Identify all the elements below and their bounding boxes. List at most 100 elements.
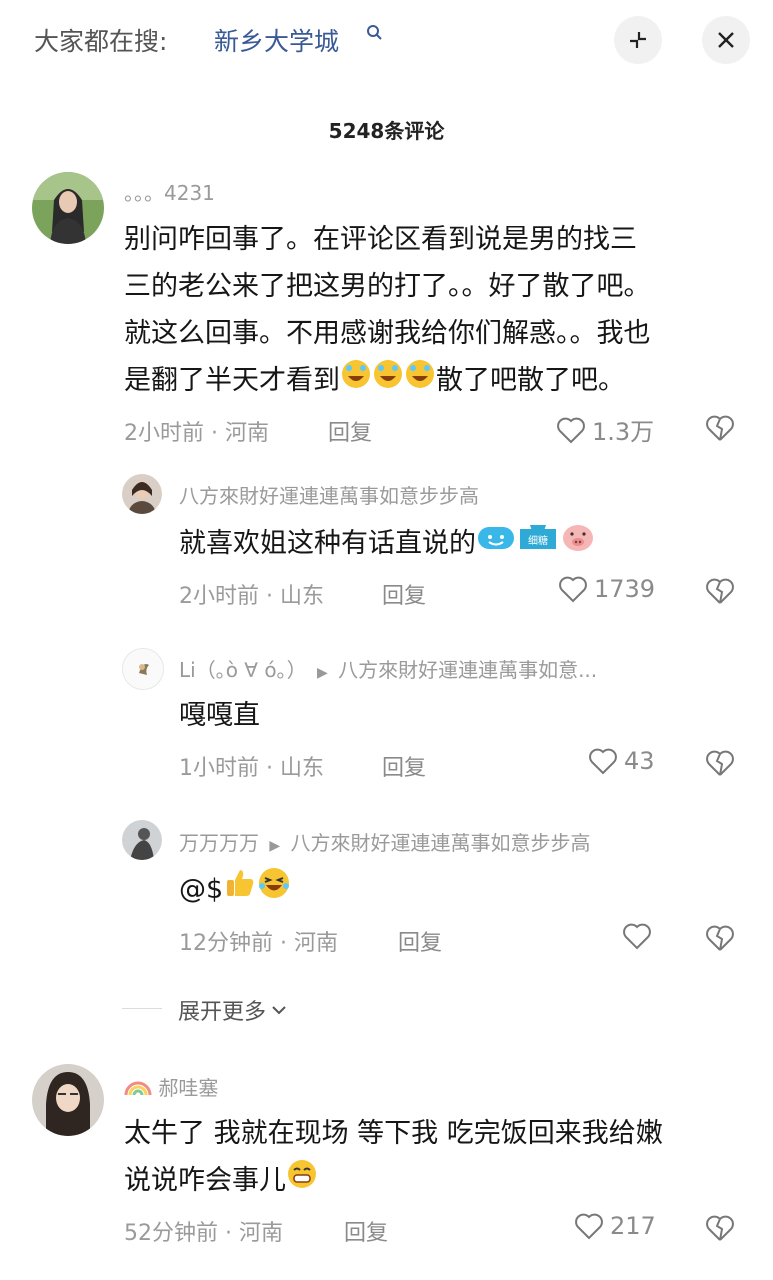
grin-emoji-icon xyxy=(286,1158,318,1205)
comment-text: 太牛了 我就在现场 等下我 吃完饭回来我给嫩 说说咋会事儿 xyxy=(124,1110,749,1205)
like-count: 1.3万 xyxy=(592,418,655,446)
comment-count-title: 5248条评论 xyxy=(328,119,445,143)
reply-text: 就喜欢姐这种有话直说的 细糖 xyxy=(179,520,596,568)
like-button[interactable]: 43 xyxy=(588,747,655,775)
meta-separator: · xyxy=(280,931,287,956)
comment-location: 河南 xyxy=(225,421,270,446)
avatar[interactable] xyxy=(32,1064,104,1136)
comment-text: 别问咋回事了。在评论区看到说是男的找三 三的老公来了把这男的打了。。好了散了吧。… xyxy=(124,216,744,405)
rofl-emoji-icon xyxy=(372,358,404,405)
reply-location: 河南 xyxy=(294,931,339,956)
meta-separator: · xyxy=(211,421,218,446)
like-count: 43 xyxy=(624,747,655,775)
reply-time: 2小时前 xyxy=(179,584,259,609)
reply-time: 1小时前 xyxy=(179,756,259,781)
collapse-icon xyxy=(630,32,646,48)
like-count: 217 xyxy=(610,1212,656,1240)
meta-separator: · xyxy=(266,584,273,609)
like-button[interactable] xyxy=(622,922,658,950)
comment-time: 52分钟前 xyxy=(124,1221,218,1246)
comment-text-segment: 是翻了半天才看到 xyxy=(124,365,340,396)
comment-text-segment: 说说咋会事儿 xyxy=(124,1165,286,1196)
sticker-label: 细糖 xyxy=(528,534,548,547)
like-button[interactable]: 1.3万 xyxy=(556,412,654,447)
like-count: 1739 xyxy=(594,575,656,603)
close-button[interactable] xyxy=(702,16,750,64)
dislike-broken-heart-icon[interactable] xyxy=(705,749,735,777)
heart-icon xyxy=(589,748,617,775)
smile-sticker-icon xyxy=(476,521,516,568)
dislike-broken-heart-icon[interactable] xyxy=(705,414,735,442)
like-button[interactable]: 1739 xyxy=(558,575,655,603)
heart-icon xyxy=(623,923,651,950)
search-icon xyxy=(367,25,382,40)
avatar[interactable] xyxy=(122,474,162,514)
comment-text-line: 是翻了半天才看到 散了吧散了吧。 xyxy=(124,357,744,405)
reply-location: 山东 xyxy=(280,756,325,781)
reply-to-username[interactable]: 八方來財好運連連萬事如意步步高 xyxy=(291,831,591,855)
reply-time: 12分钟前 xyxy=(179,931,273,956)
meta-separator: · xyxy=(266,756,273,781)
comment-meta: 2小时前 · 河南 xyxy=(124,415,269,447)
close-icon xyxy=(718,32,734,48)
reply-button[interactable]: 回复 xyxy=(328,415,372,447)
comment-text-line: 别问咋回事了。在评论区看到说是男的找三 xyxy=(124,224,637,255)
comment-username-line: 郝哇塞 xyxy=(124,1072,218,1102)
rofl-emoji-icon xyxy=(404,358,436,405)
comment-text-line: 就这么回事。不用感谢我给你们解惑。。我也 xyxy=(124,318,651,349)
dislike-broken-heart-icon[interactable] xyxy=(705,924,735,952)
heart-icon xyxy=(559,576,587,603)
thumbs-up-emoji-icon xyxy=(223,866,257,915)
comment-text-line: 三的老公来了把这男的打了。。好了散了吧。 xyxy=(124,271,651,302)
dislike-broken-heart-icon[interactable] xyxy=(705,1214,735,1242)
thin-candy-sticker-icon: 细糖 xyxy=(516,521,560,568)
reply-button[interactable]: 回复 xyxy=(382,578,426,610)
comment-location: 河南 xyxy=(239,1221,284,1246)
reply-username[interactable]: Li（｡ò ∀ ó｡） xyxy=(179,658,307,682)
reply-meta: 2小时前 · 山东 xyxy=(179,578,324,610)
reply-text: 嘎嘎直 xyxy=(179,700,260,731)
laughing-emoji-icon xyxy=(257,866,291,915)
comment-text-line: 说说咋会事儿 xyxy=(124,1157,749,1205)
expand-more-button[interactable]: 展开更多 xyxy=(178,994,288,1026)
expand-more-label: 展开更多 xyxy=(178,1000,267,1025)
rofl-emoji-icon xyxy=(340,358,372,405)
reply-to-arrow-icon: ▶ xyxy=(316,665,328,681)
comment-text-segment: 散了吧散了吧。 xyxy=(436,365,625,396)
pig-emoji-icon xyxy=(560,521,596,568)
reply-meta: 1小时前 · 山东 xyxy=(179,750,324,782)
reply-button[interactable]: 回复 xyxy=(398,925,442,957)
avatar[interactable] xyxy=(122,648,164,690)
comment-username[interactable]: 郝哇塞 xyxy=(158,1076,218,1100)
search-suggestion-link[interactable]: 新乡大学城 xyxy=(214,22,339,58)
chevron-down-icon xyxy=(272,1006,286,1015)
reply-to-arrow-icon: ▶ xyxy=(269,838,281,854)
dislike-broken-heart-icon[interactable] xyxy=(705,577,735,605)
rainbow-icon xyxy=(124,1078,152,1102)
comment-username[interactable]: 。。。4231 xyxy=(124,177,215,206)
reply-button[interactable]: 回复 xyxy=(344,1215,388,1247)
avatar[interactable] xyxy=(122,820,162,860)
meta-separator: · xyxy=(225,1221,232,1246)
heart-icon xyxy=(557,417,585,443)
heart-icon xyxy=(575,1213,603,1240)
reply-meta: 12分钟前 · 河南 xyxy=(179,925,338,957)
comment-time: 2小时前 xyxy=(124,421,204,446)
search-prefix: 大家都在搜: xyxy=(34,27,168,56)
reply-username-line: 万万万万 ▶ 八方來財好運連連萬事如意步步高 xyxy=(179,827,591,856)
reply-username[interactable]: 八方來財好運連連萬事如意步步高 xyxy=(179,480,479,509)
reply-text-segment: 就喜欢姐这种有话直说的 xyxy=(179,528,476,559)
reply-button[interactable]: 回复 xyxy=(382,750,426,782)
reply-location: 山东 xyxy=(280,584,325,609)
collapse-button[interactable] xyxy=(614,16,662,64)
expand-divider xyxy=(122,1008,162,1009)
comment-meta: 52分钟前 · 河南 xyxy=(124,1215,283,1247)
reply-username-line: Li（｡ò ∀ ó｡） ▶ 八方來財好運連連萬事如意... xyxy=(179,654,597,683)
reply-text-segment: @$ xyxy=(179,874,224,905)
reply-text: @$ xyxy=(179,866,291,915)
reply-to-username[interactable]: 八方來財好運連連萬事如意... xyxy=(338,658,597,682)
like-button[interactable]: 217 xyxy=(574,1212,656,1240)
comment-text-line: 太牛了 我就在现场 等下我 吃完饭回来我给嫩 xyxy=(124,1118,663,1149)
reply-username[interactable]: 万万万万 xyxy=(179,831,259,855)
avatar[interactable] xyxy=(32,172,104,244)
